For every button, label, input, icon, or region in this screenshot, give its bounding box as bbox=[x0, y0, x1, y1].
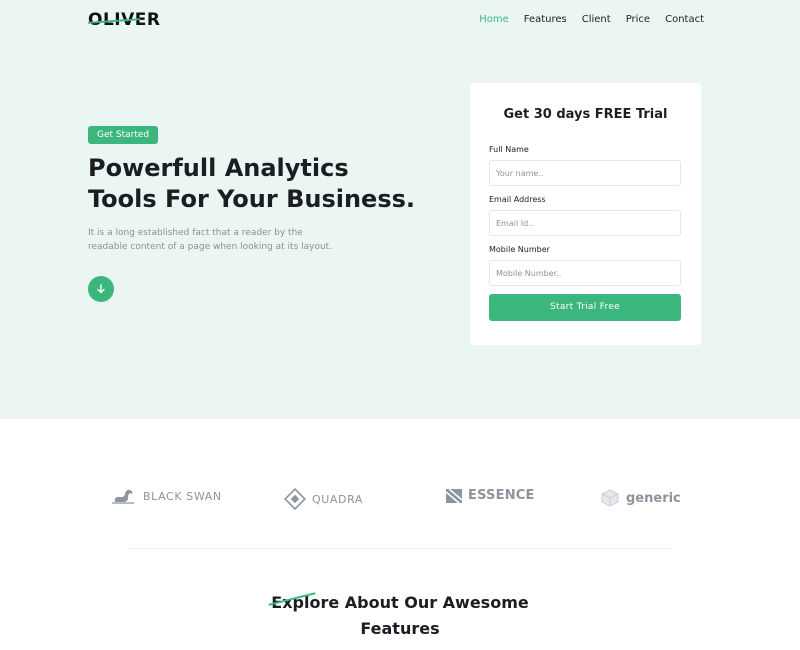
arrow-down-icon bbox=[97, 284, 105, 294]
features-section-title: Explore About Our Awesome Features bbox=[200, 590, 600, 642]
main-nav: Home Features Client Price Contact bbox=[479, 14, 704, 25]
features-title-line2: Features bbox=[360, 619, 440, 638]
brand-essence: ESSENCE bbox=[446, 488, 535, 503]
get-started-badge[interactable]: Get Started bbox=[88, 126, 159, 144]
email-input[interactable] bbox=[489, 210, 681, 236]
nav-features[interactable]: Features bbox=[524, 14, 567, 25]
hero-lead-text: It is a long established fact that a rea… bbox=[88, 228, 333, 252]
trial-form-card: Get 30 days FREE Trial Full Name Email A… bbox=[470, 83, 701, 345]
square-stripe-icon bbox=[446, 488, 462, 503]
brand-generic: generic bbox=[600, 488, 681, 508]
hero-section: OLIVER Home Features Client Price Contac… bbox=[0, 0, 800, 419]
brand-black-swan: BLACK SWAN bbox=[111, 488, 222, 504]
nav-client[interactable]: Client bbox=[582, 14, 611, 25]
brand-name: QUADRA bbox=[312, 492, 364, 506]
mobile-input[interactable] bbox=[489, 260, 681, 286]
diamond-icon bbox=[284, 488, 306, 510]
scroll-down-button[interactable] bbox=[88, 276, 114, 302]
hero-headline-line1: Powerfull Analytics bbox=[88, 154, 349, 182]
hero-headline: Powerfull Analytics Tools For Your Busin… bbox=[88, 153, 428, 215]
mobile-label: Mobile Number bbox=[489, 245, 550, 254]
start-trial-button[interactable]: Start Trial Free bbox=[489, 294, 681, 321]
nav-home[interactable]: Home bbox=[479, 14, 509, 25]
swan-icon bbox=[112, 489, 134, 504]
hero-headline-line2: Tools For Your Business. bbox=[88, 185, 416, 213]
cube-icon bbox=[601, 489, 619, 507]
nav-price[interactable]: Price bbox=[626, 14, 650, 25]
brand-name: BLACK SWAN bbox=[143, 489, 222, 503]
brand-name: generic bbox=[626, 490, 681, 506]
brand-quadra: QUADRA bbox=[284, 488, 363, 510]
email-label: Email Address bbox=[489, 195, 546, 204]
logo[interactable]: OLIVER bbox=[87, 10, 160, 30]
full-name-label: Full Name bbox=[489, 145, 529, 154]
trial-form-title: Get 30 days FREE Trial bbox=[503, 107, 668, 122]
brand-name: ESSENCE bbox=[468, 488, 535, 503]
nav-contact[interactable]: Contact bbox=[665, 14, 704, 25]
section-divider bbox=[128, 548, 672, 549]
full-name-input[interactable] bbox=[489, 160, 681, 186]
features-title-line1: Explore About Our Awesome bbox=[271, 593, 529, 612]
